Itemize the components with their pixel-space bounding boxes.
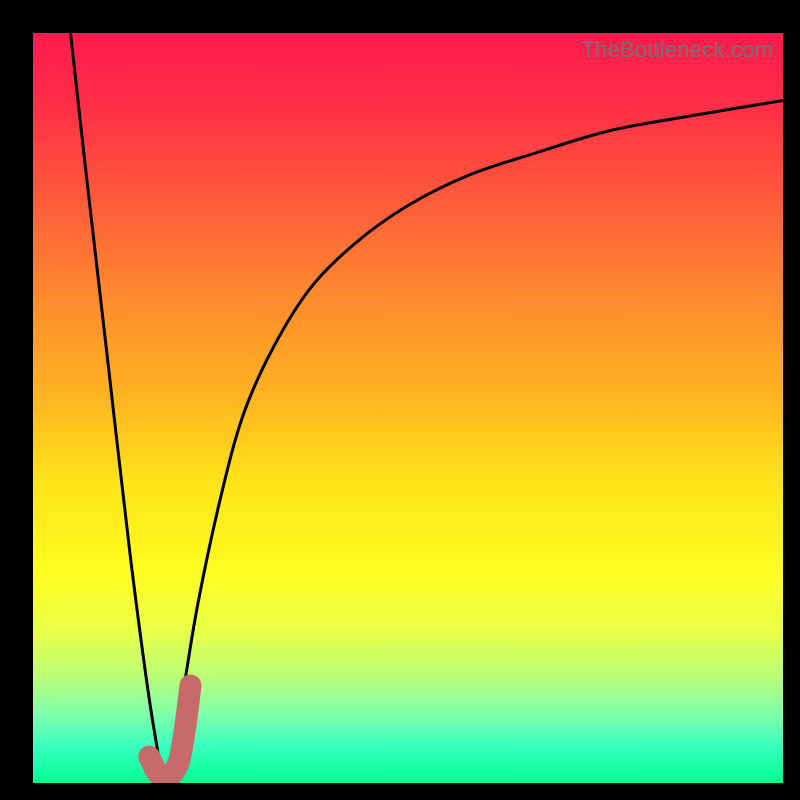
bottleneck-curve bbox=[71, 33, 784, 783]
chart-frame: TheBottleneck.com bbox=[0, 0, 800, 800]
plot-area: TheBottleneck.com bbox=[33, 33, 783, 783]
curve-layer bbox=[33, 33, 783, 783]
watermark-text: TheBottleneck.com bbox=[581, 37, 773, 63]
